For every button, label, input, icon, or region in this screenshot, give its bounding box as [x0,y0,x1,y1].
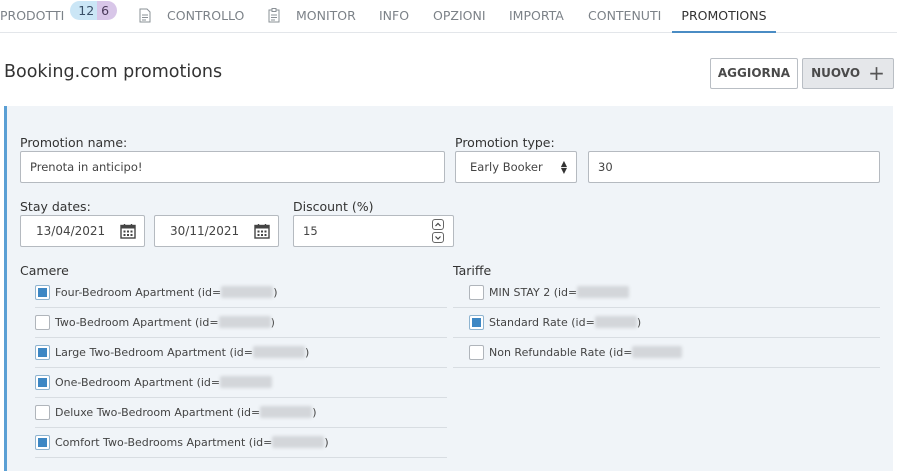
calendar-icon[interactable] [254,223,270,239]
rate-label: MIN STAY 2 (id= [489,278,630,308]
tab-label: PRODOTTI [0,8,65,23]
top-nav: PRODOTTI 12 6 CONTROLLO MONITOR INFO OPZI… [0,0,897,33]
tab-controllo[interactable]: CONTROLLO [139,0,244,33]
tab-promotions[interactable]: PROMOTIONS [672,0,776,33]
room-checkbox[interactable] [35,405,50,420]
rate-label: Non Refundable Rate (id= [489,338,683,368]
new-button[interactable]: NUOVO + [802,58,894,89]
discount-input[interactable]: 15 [293,215,454,247]
tab-label: MONITOR [296,8,356,23]
redacted-id [218,316,271,328]
room-checkbox[interactable] [35,435,50,450]
tab-importa[interactable]: IMPORTA [509,0,564,33]
redacted-id [253,346,305,358]
promotion-form-panel: Promotion name: Prenota in anticipo! Pro… [4,106,893,471]
page-title: Booking.com promotions [4,62,223,82]
redacted-id [577,286,630,298]
chevron-up-icon [435,222,441,227]
chevron-down-icon [435,236,441,240]
tab-contenuti[interactable]: CONTENUTI [588,0,661,33]
tab-info[interactable]: INFO [379,0,409,33]
room-label: Two-Bedroom Apartment (id=) [55,316,275,329]
discount-stepper[interactable] [432,219,444,245]
rate-row[interactable]: Non Refundable Rate (id= [453,338,880,368]
room-label: Deluxe Two-Bedroom Apartment (id=) [55,406,317,419]
increment-button[interactable] [432,219,444,230]
new-button-label: NUOVO [811,66,861,80]
rate-checkbox[interactable] [469,285,484,300]
discount-value: 15 [303,224,318,238]
tariffe-title: Tariffe [453,263,492,278]
promotion-type-label: Promotion type: [455,135,555,150]
calendar-icon[interactable] [120,223,136,239]
tab-label: PROMOTIONS [681,8,767,23]
date-to-input[interactable]: 30/11/2021 [154,215,279,247]
room-checkbox[interactable] [35,285,50,300]
rate-checkbox[interactable] [469,315,484,330]
redacted-id [260,406,313,418]
promotion-type-value: Early Booker [470,160,543,174]
count-badge-primary: 12 [70,1,98,20]
count-badge-secondary: 6 [97,1,118,20]
count-badges: 12 6 [70,1,118,20]
tab-label: OPZIONI [433,8,486,23]
select-arrows-icon: ▲ ▼ [560,159,567,175]
redacted-id [220,376,273,388]
refresh-button[interactable]: AGGIORNA [710,58,798,89]
tab-label: INFO [379,8,410,23]
stay-dates-label: Stay dates: [20,199,91,214]
date-from-input[interactable]: 13/04/2021 [20,215,145,247]
redacted-id [221,286,274,298]
room-checkbox[interactable] [35,345,50,360]
date-from-value: 13/04/2021 [36,224,106,238]
room-label: Comfort Two-Bedrooms Apartment (id=) [55,436,329,449]
tab-label: CONTENUTI [588,8,662,23]
room-checkbox[interactable] [35,375,50,390]
promotion-type-days-input[interactable]: 30 [588,151,880,183]
rate-label: Standard Rate (id=) [489,316,642,329]
room-label: Four-Bedroom Apartment (id=) [55,286,278,299]
promotion-type-select[interactable]: Early Booker ▲ ▼ [455,151,577,183]
tab-label: IMPORTA [509,8,564,23]
room-row[interactable]: One-Bedroom Apartment (id= [35,368,447,398]
room-row[interactable]: Four-Bedroom Apartment (id=) [35,278,447,308]
redacted-id [632,346,683,358]
redacted-id [272,436,325,448]
decrement-button[interactable] [432,232,444,243]
tab-opzioni[interactable]: OPZIONI [433,0,486,33]
room-label: Large Two-Bedroom Apartment (id=) [55,346,310,359]
discount-label: Discount (%) [293,199,374,214]
document-check-icon [139,8,151,23]
tab-label: CONTROLLO [167,8,245,23]
tab-monitor[interactable]: MONITOR [268,0,356,33]
clipboard-icon [268,8,280,23]
promotion-name-label: Promotion name: [20,135,128,150]
date-to-value: 30/11/2021 [170,224,240,238]
rate-checkbox[interactable] [469,345,484,360]
rate-row[interactable]: Standard Rate (id=) [453,308,880,338]
room-row[interactable]: Deluxe Two-Bedroom Apartment (id=) [35,398,447,428]
promotion-name-input[interactable]: Prenota in anticipo! [20,151,445,183]
plus-icon: + [868,61,885,85]
redacted-id [594,316,637,328]
room-row[interactable]: Comfort Two-Bedrooms Apartment (id=) [35,428,447,458]
room-checkbox[interactable] [35,315,50,330]
room-row[interactable]: Large Two-Bedroom Apartment (id=) [35,338,447,368]
room-row[interactable]: Two-Bedroom Apartment (id=) [35,308,447,338]
camere-title: Camere [20,263,69,278]
room-label: One-Bedroom Apartment (id= [55,368,273,398]
tab-prodotti[interactable]: PRODOTTI 12 6 [0,0,118,33]
rate-row[interactable]: MIN STAY 2 (id= [453,278,880,308]
